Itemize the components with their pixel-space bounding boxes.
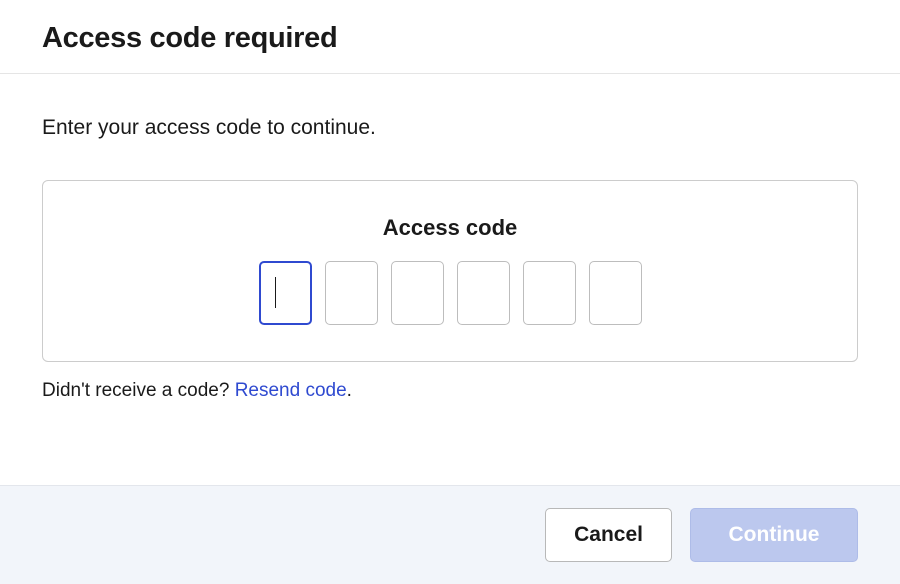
digit-input-1[interactable] [259, 261, 312, 325]
digit-input-3[interactable] [391, 261, 444, 325]
digit-input-5[interactable] [523, 261, 576, 325]
dialog-header: Access code required [0, 0, 900, 74]
access-code-panel: Access code [42, 180, 858, 362]
digit-input-6[interactable] [589, 261, 642, 325]
resend-suffix: . [347, 380, 352, 401]
resend-code-link[interactable]: Resend code [235, 380, 347, 401]
continue-button[interactable]: Continue [690, 508, 858, 562]
text-caret [275, 277, 277, 308]
resend-prefix: Didn't receive a code? [42, 380, 235, 401]
resend-line: Didn't receive a code? Resend code. [42, 380, 858, 402]
digit-input-2[interactable] [325, 261, 378, 325]
digit-input-4[interactable] [457, 261, 510, 325]
access-code-label: Access code [63, 215, 837, 241]
dialog-footer: Cancel Continue [0, 485, 900, 584]
cancel-button[interactable]: Cancel [545, 508, 672, 562]
digit-input-wrapper [259, 261, 312, 325]
digit-input-row [63, 261, 837, 325]
instruction-text: Enter your access code to continue. [42, 116, 858, 140]
dialog-content: Enter your access code to continue. Acce… [0, 74, 900, 485]
dialog-title: Access code required [42, 22, 858, 55]
